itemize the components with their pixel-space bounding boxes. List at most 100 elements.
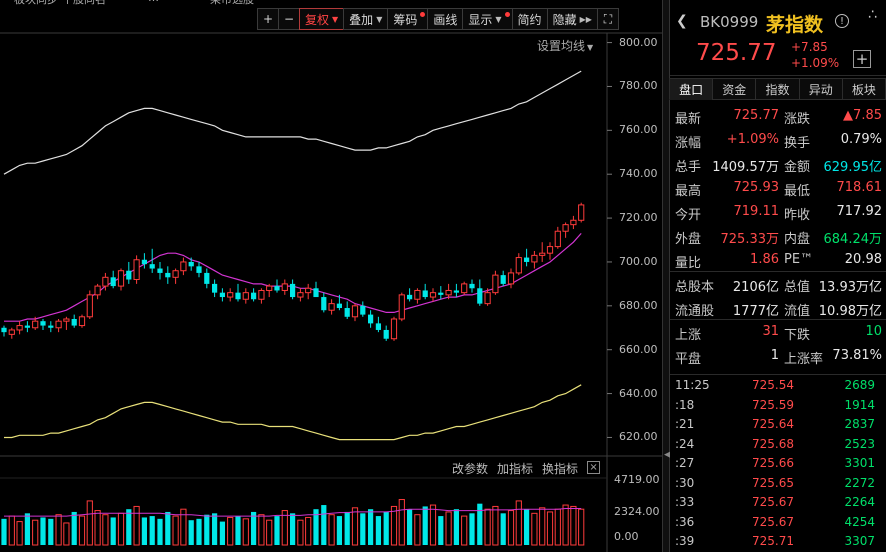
stat-value: 0.79% <box>840 132 882 147</box>
stat-value: ▲7.85 <box>843 108 882 123</box>
volume-bar <box>515 500 522 546</box>
add-indicator-button[interactable]: 加指标 <box>497 460 533 477</box>
candle <box>227 288 234 302</box>
volume-bar <box>336 516 342 545</box>
volume-bar <box>274 516 280 545</box>
panel-tab[interactable]: 盘口 <box>669 78 714 100</box>
app-window: 一板块同步个股同名…果市选股精股选股 + − 复权▼ 叠加▼ 筹码 画线 显示▼… <box>0 0 886 552</box>
candle <box>219 288 225 302</box>
stat-label: 总手 <box>675 160 702 175</box>
volume-bar <box>477 503 483 545</box>
volume-bar <box>251 511 257 545</box>
candle <box>351 303 359 322</box>
candle <box>204 268 210 289</box>
candle <box>422 283 428 300</box>
add-watchlist-button[interactable]: + <box>853 50 871 68</box>
tick-row: :21 725.64 2837 <box>670 414 886 434</box>
change-params-button[interactable]: 改参数 <box>452 460 488 477</box>
candle <box>524 248 530 267</box>
stat-row: 外盘 725.33万 内盘 684.24万 <box>670 224 886 248</box>
price-axis-label: 640.00 <box>619 386 658 400</box>
quote-stats: 最新 725.77 涨跌 ▲7.85 涨幅 +1.09% 换手 0.79% 总手 1409.57万… <box>670 104 886 368</box>
candle <box>531 250 538 269</box>
volume-bar <box>94 510 101 546</box>
stat-label: 最低 <box>784 184 811 199</box>
stat-value: 1777亿 <box>732 304 779 319</box>
panel-tab[interactable]: 指数 <box>755 78 800 100</box>
close-icon[interactable]: × <box>587 461 601 474</box>
candle <box>212 279 218 298</box>
volume-bar <box>8 515 15 546</box>
candle <box>477 279 483 306</box>
candle <box>165 266 171 284</box>
tick-row: :39 725.71 3307 <box>670 531 886 551</box>
candle <box>55 318 62 333</box>
candle <box>507 268 515 289</box>
volume-bar <box>55 514 62 546</box>
tick-row: :33 725.67 2264 <box>670 492 886 512</box>
candle <box>141 253 147 269</box>
tick-volume: 3307 <box>844 534 875 548</box>
stat-row: 流通股 1777亿 流值 10.98万亿 <box>670 296 886 320</box>
stat-value: +1.09% <box>726 132 779 147</box>
stat-value: 2106亿 <box>732 280 779 295</box>
volume-bar <box>32 519 39 546</box>
candle <box>375 316 381 333</box>
tick-time: :18 <box>675 397 695 412</box>
tick-price: 725.66 <box>752 456 794 470</box>
tick-time: :27 <box>675 456 695 470</box>
candle <box>500 270 506 287</box>
stat-value: 10.98万亿 <box>818 304 882 319</box>
volume-bar <box>531 512 538 546</box>
panel-tab[interactable]: 异动 <box>798 78 843 100</box>
candle <box>515 253 522 276</box>
candle <box>235 283 241 302</box>
switch-indicator-button[interactable]: 换指标 <box>542 460 578 477</box>
stat-value: 718.61 <box>836 180 883 195</box>
back-arrow-icon[interactable]: ❮ <box>676 13 688 29</box>
volume-bar <box>227 516 234 546</box>
tick-volume: 2837 <box>844 417 875 431</box>
stat-row: 今开 719.11 昨收 717.92 <box>670 200 886 224</box>
volume-bar <box>390 505 398 546</box>
candle <box>562 222 569 238</box>
volume-bar <box>110 517 116 545</box>
volume-bar <box>570 505 577 546</box>
boll-lower-line <box>4 384 582 441</box>
volume-bar <box>71 511 77 545</box>
volume-bar <box>165 511 171 545</box>
tick-time: :24 <box>675 436 695 451</box>
volume-bar <box>383 511 389 545</box>
volume-bar <box>297 519 304 546</box>
stat-label: 上涨 <box>675 328 702 343</box>
candle <box>539 242 546 262</box>
panel-tab[interactable]: 板块 <box>841 78 886 100</box>
price-axis-label: 700.00 <box>619 254 658 268</box>
tick-volume: 1914 <box>844 397 875 412</box>
quote-panel: ❮ BK0999 茅指数 ! ∴ 725.77 +7.85 +1.09% + 盘… <box>669 0 886 552</box>
kline-chart-area: 一板块同步个股同名…果市选股精股选股 + − 复权▼ 叠加▼ 筹码 画线 显示▼… <box>0 0 662 552</box>
price-axis-label: 620.00 <box>619 430 658 444</box>
volume-bar <box>204 514 210 545</box>
tick-time: :33 <box>675 495 695 509</box>
info-icon[interactable]: ! <box>835 14 849 28</box>
candle <box>86 290 93 319</box>
volume-axis-label: 4719.00 <box>614 473 660 486</box>
candle <box>188 257 194 271</box>
volume-bar <box>524 509 530 545</box>
panel-tab[interactable]: 资金 <box>712 78 757 100</box>
candle <box>24 321 30 333</box>
volume-bar <box>266 519 273 546</box>
volume-bar <box>321 505 327 545</box>
candle <box>71 314 77 328</box>
stat-value: 725.33万 <box>720 232 780 247</box>
last-price: 725.77 <box>696 40 777 66</box>
stat-label: 涨幅 <box>675 136 702 151</box>
volume-bar <box>360 513 366 545</box>
volume-bar <box>344 511 350 545</box>
tick-price: 725.65 <box>752 475 794 490</box>
candle <box>383 325 389 341</box>
stat-row: 总手 1409.57万 金额 629.95亿 <box>670 152 886 176</box>
volume-bar <box>141 517 147 545</box>
more-icon[interactable]: ∴ <box>868 8 877 22</box>
